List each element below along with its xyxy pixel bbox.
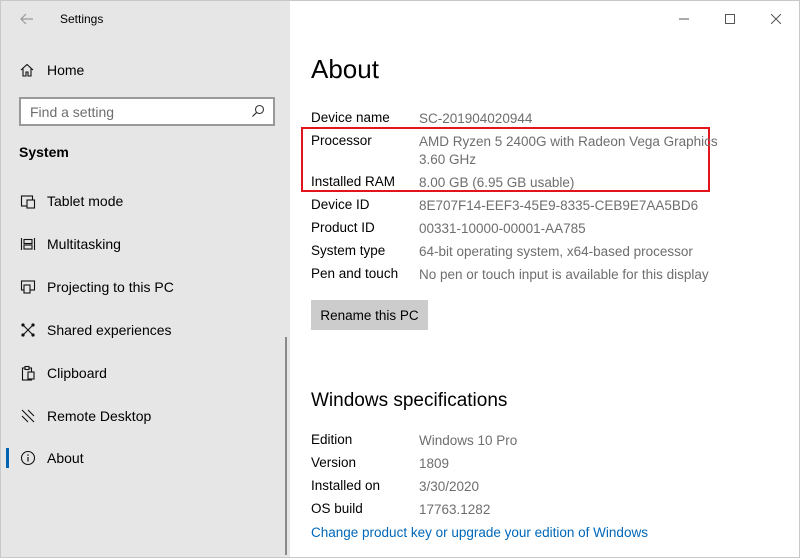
maximize-button[interactable] xyxy=(707,1,753,37)
spec-key: Processor xyxy=(311,133,372,148)
back-button[interactable] xyxy=(7,5,47,33)
search-icon xyxy=(252,104,265,117)
spec-value[interactable]: 1809 xyxy=(419,455,719,473)
sidebar-item-label: Tablet mode xyxy=(47,193,124,209)
spec-key: System type xyxy=(311,243,386,258)
windows-specs-title: Windows specifications xyxy=(311,390,508,411)
spec-value[interactable]: 17763.1282 xyxy=(419,501,719,519)
sidebar-item-label: Clipboard xyxy=(47,365,107,381)
spec-key: Version xyxy=(311,455,357,470)
page-title: About xyxy=(311,54,379,84)
sidebar-item-label: Shared experiences xyxy=(47,322,172,338)
window-controls xyxy=(661,1,799,37)
sidebar-item-shared-experiences[interactable]: Shared experiences xyxy=(1,310,290,350)
spec-key: Device name xyxy=(311,110,390,125)
sidebar-item-remote-desktop[interactable]: Remote Desktop xyxy=(1,396,290,436)
selection-indicator xyxy=(6,448,9,468)
spec-key: Installed on xyxy=(311,478,381,493)
home-label: Home xyxy=(47,62,85,78)
spec-value[interactable]: No pen or touch input is available for t… xyxy=(419,266,719,284)
spec-value[interactable]: 64-bit operating system, x64-based proce… xyxy=(419,243,719,261)
spec-key: Installed RAM xyxy=(311,174,396,189)
search-input[interactable]: Find a setting xyxy=(19,97,275,126)
sidebar-item-about[interactable]: About xyxy=(1,438,290,478)
sidebar-item-multitasking[interactable]: Multitasking xyxy=(1,224,290,264)
remote-desktop-icon xyxy=(19,407,37,425)
back-arrow-icon xyxy=(20,13,33,25)
section-title: System xyxy=(19,144,69,160)
spec-key: Device ID xyxy=(311,197,370,212)
main-content: About Device name SC-201904020944 Proces… xyxy=(290,1,799,557)
title-bar: Settings xyxy=(1,1,290,37)
info-icon xyxy=(19,449,37,467)
spec-value[interactable]: 8E707F14-EEF3-45E9-8335-CEB9E7AA5BD6 xyxy=(419,197,719,215)
spec-value[interactable]: 3/30/2020 xyxy=(419,478,719,496)
sidebar-item-projecting[interactable]: Projecting to this PC xyxy=(1,267,290,307)
close-icon xyxy=(771,14,781,24)
spec-key: Pen and touch xyxy=(311,266,399,281)
shared-experiences-icon xyxy=(19,321,37,339)
sidebar-item-label: Projecting to this PC xyxy=(47,279,174,295)
projecting-icon xyxy=(19,278,37,296)
spec-key: Product ID xyxy=(311,220,375,235)
clipboard-icon xyxy=(19,364,37,382)
minimize-icon xyxy=(679,18,689,20)
sidebar-item-tablet-mode[interactable]: Tablet mode xyxy=(1,181,290,221)
close-button[interactable] xyxy=(753,1,799,37)
minimize-button[interactable] xyxy=(661,1,707,37)
spec-value[interactable]: 00331-10000-00001-AA785 xyxy=(419,220,719,238)
spec-key: OS build xyxy=(311,501,363,516)
processor-speed: 3.60 GHz xyxy=(419,152,477,167)
home-nav[interactable]: Home xyxy=(1,56,290,84)
search-placeholder: Find a setting xyxy=(30,104,115,120)
settings-window: Settings Home Find a setting System Tabl… xyxy=(0,0,800,558)
sidebar-scrollbar[interactable] xyxy=(285,337,287,555)
sidebar-item-clipboard[interactable]: Clipboard xyxy=(1,353,290,393)
sidebar: Settings Home Find a setting System Tabl… xyxy=(1,1,290,557)
spec-value[interactable]: Windows 10 Pro xyxy=(419,432,719,450)
spec-key: Edition xyxy=(311,432,353,447)
sidebar-item-label: Remote Desktop xyxy=(47,408,152,424)
rename-pc-button[interactable]: Rename this PC xyxy=(311,300,428,330)
spec-value[interactable]: SC-201904020944 xyxy=(419,110,719,128)
sidebar-item-label: Multitasking xyxy=(47,236,121,252)
multitasking-icon xyxy=(19,235,37,253)
processor-name: AMD Ryzen 5 2400G with Radeon Vega Graph… xyxy=(419,134,718,149)
sidebar-item-label: About xyxy=(47,450,84,466)
home-icon xyxy=(19,62,35,78)
spec-value[interactable]: AMD Ryzen 5 2400G with Radeon Vega Graph… xyxy=(419,133,719,169)
app-title: Settings xyxy=(60,12,104,26)
change-product-key-link[interactable]: Change product key or upgrade your editi… xyxy=(311,525,648,540)
spec-value[interactable]: 8.00 GB (6.95 GB usable) xyxy=(419,174,719,192)
maximize-icon xyxy=(725,14,735,24)
tablet-mode-icon xyxy=(19,192,37,210)
